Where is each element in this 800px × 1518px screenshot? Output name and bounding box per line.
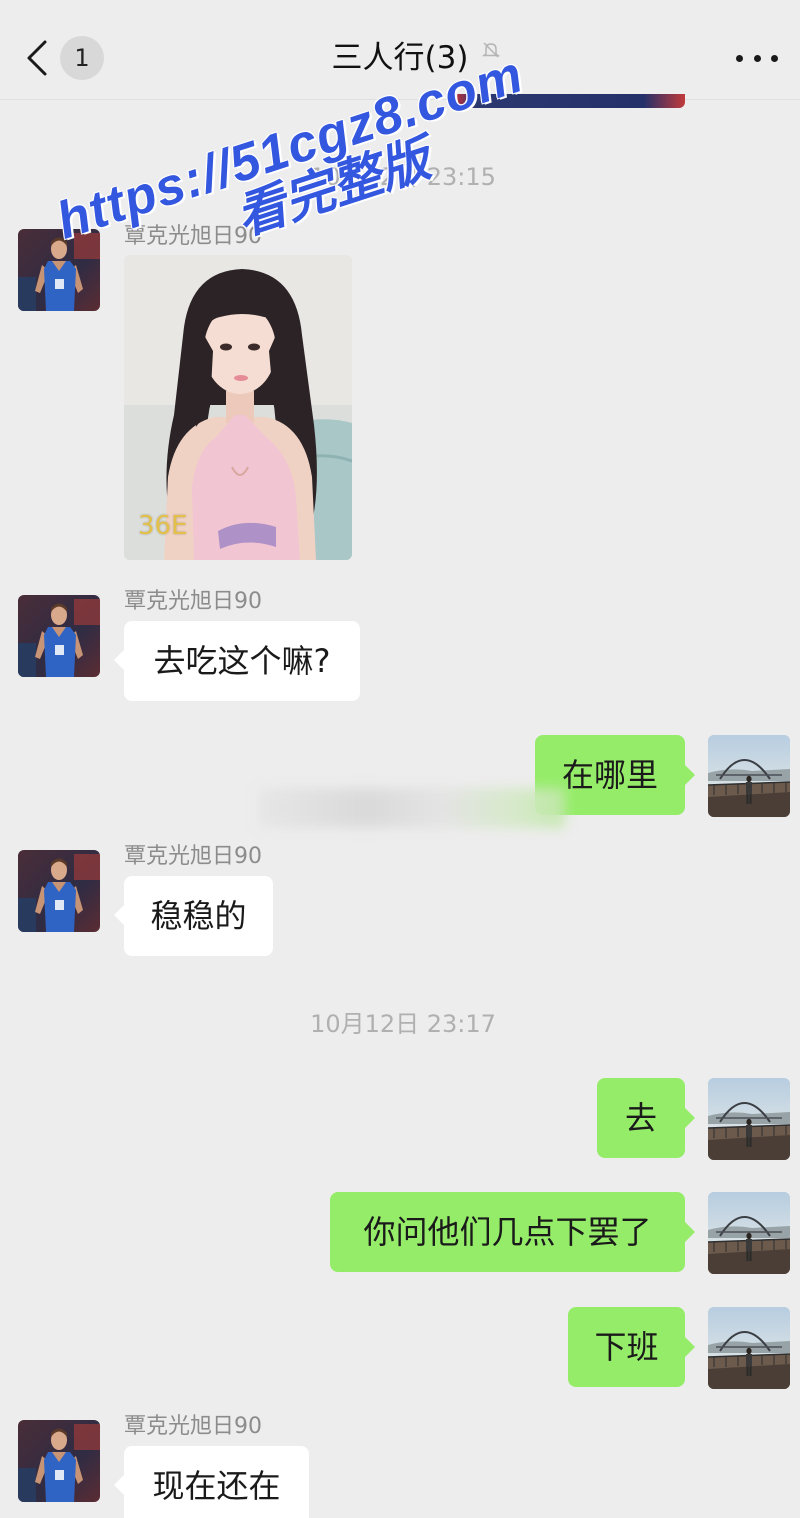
sender-name: 覃克光旭日90 [124,844,262,869]
more-icon [753,54,761,62]
back-button[interactable] [22,36,52,80]
sender-name: 覃克光旭日90 [124,1414,262,1439]
avatar-sender[interactable] [18,850,100,932]
sender-name: 覃克光旭日90 [124,224,262,249]
timestamp: 10月12日 23:15 [310,163,496,191]
message-bubble-self[interactable]: 你问他们几点下罢了 [330,1192,695,1272]
message-bubble[interactable]: 稳稳的 [114,876,273,956]
avatar-self[interactable] [708,1192,790,1274]
more-icon [736,54,743,62]
image-caption: 36E [138,511,188,541]
sender-name: 覃克光旭日90 [124,589,262,614]
message-bubble-self[interactable]: 下班 [568,1307,695,1387]
bell-off-icon [481,40,501,60]
timestamp: 10月12日 23:17 [310,1010,496,1038]
image-message[interactable]: 36E [124,255,352,560]
message-bubble[interactable]: 现在还在 [114,1446,309,1518]
blurred-region [258,788,565,828]
avatar-sender[interactable] [18,229,100,311]
avatar-self[interactable] [708,735,790,817]
more-icon [771,54,778,62]
chevron-left-icon [27,40,47,76]
avatar-sender[interactable] [18,1420,100,1502]
avatar-self[interactable] [708,1307,790,1389]
chat-header: 1 三人行(3) [0,0,800,100]
more-button[interactable] [736,48,778,68]
unread-badge[interactable]: 1 [60,36,104,80]
message-bubble[interactable]: 去吃这个嘛? [114,621,360,701]
chat-title: 三人行(3) [331,40,469,76]
previous-image-message[interactable] [455,94,685,108]
avatar-sender[interactable] [18,595,100,677]
avatar-self[interactable] [708,1078,790,1160]
message-bubble-self[interactable]: 去 [597,1078,695,1158]
